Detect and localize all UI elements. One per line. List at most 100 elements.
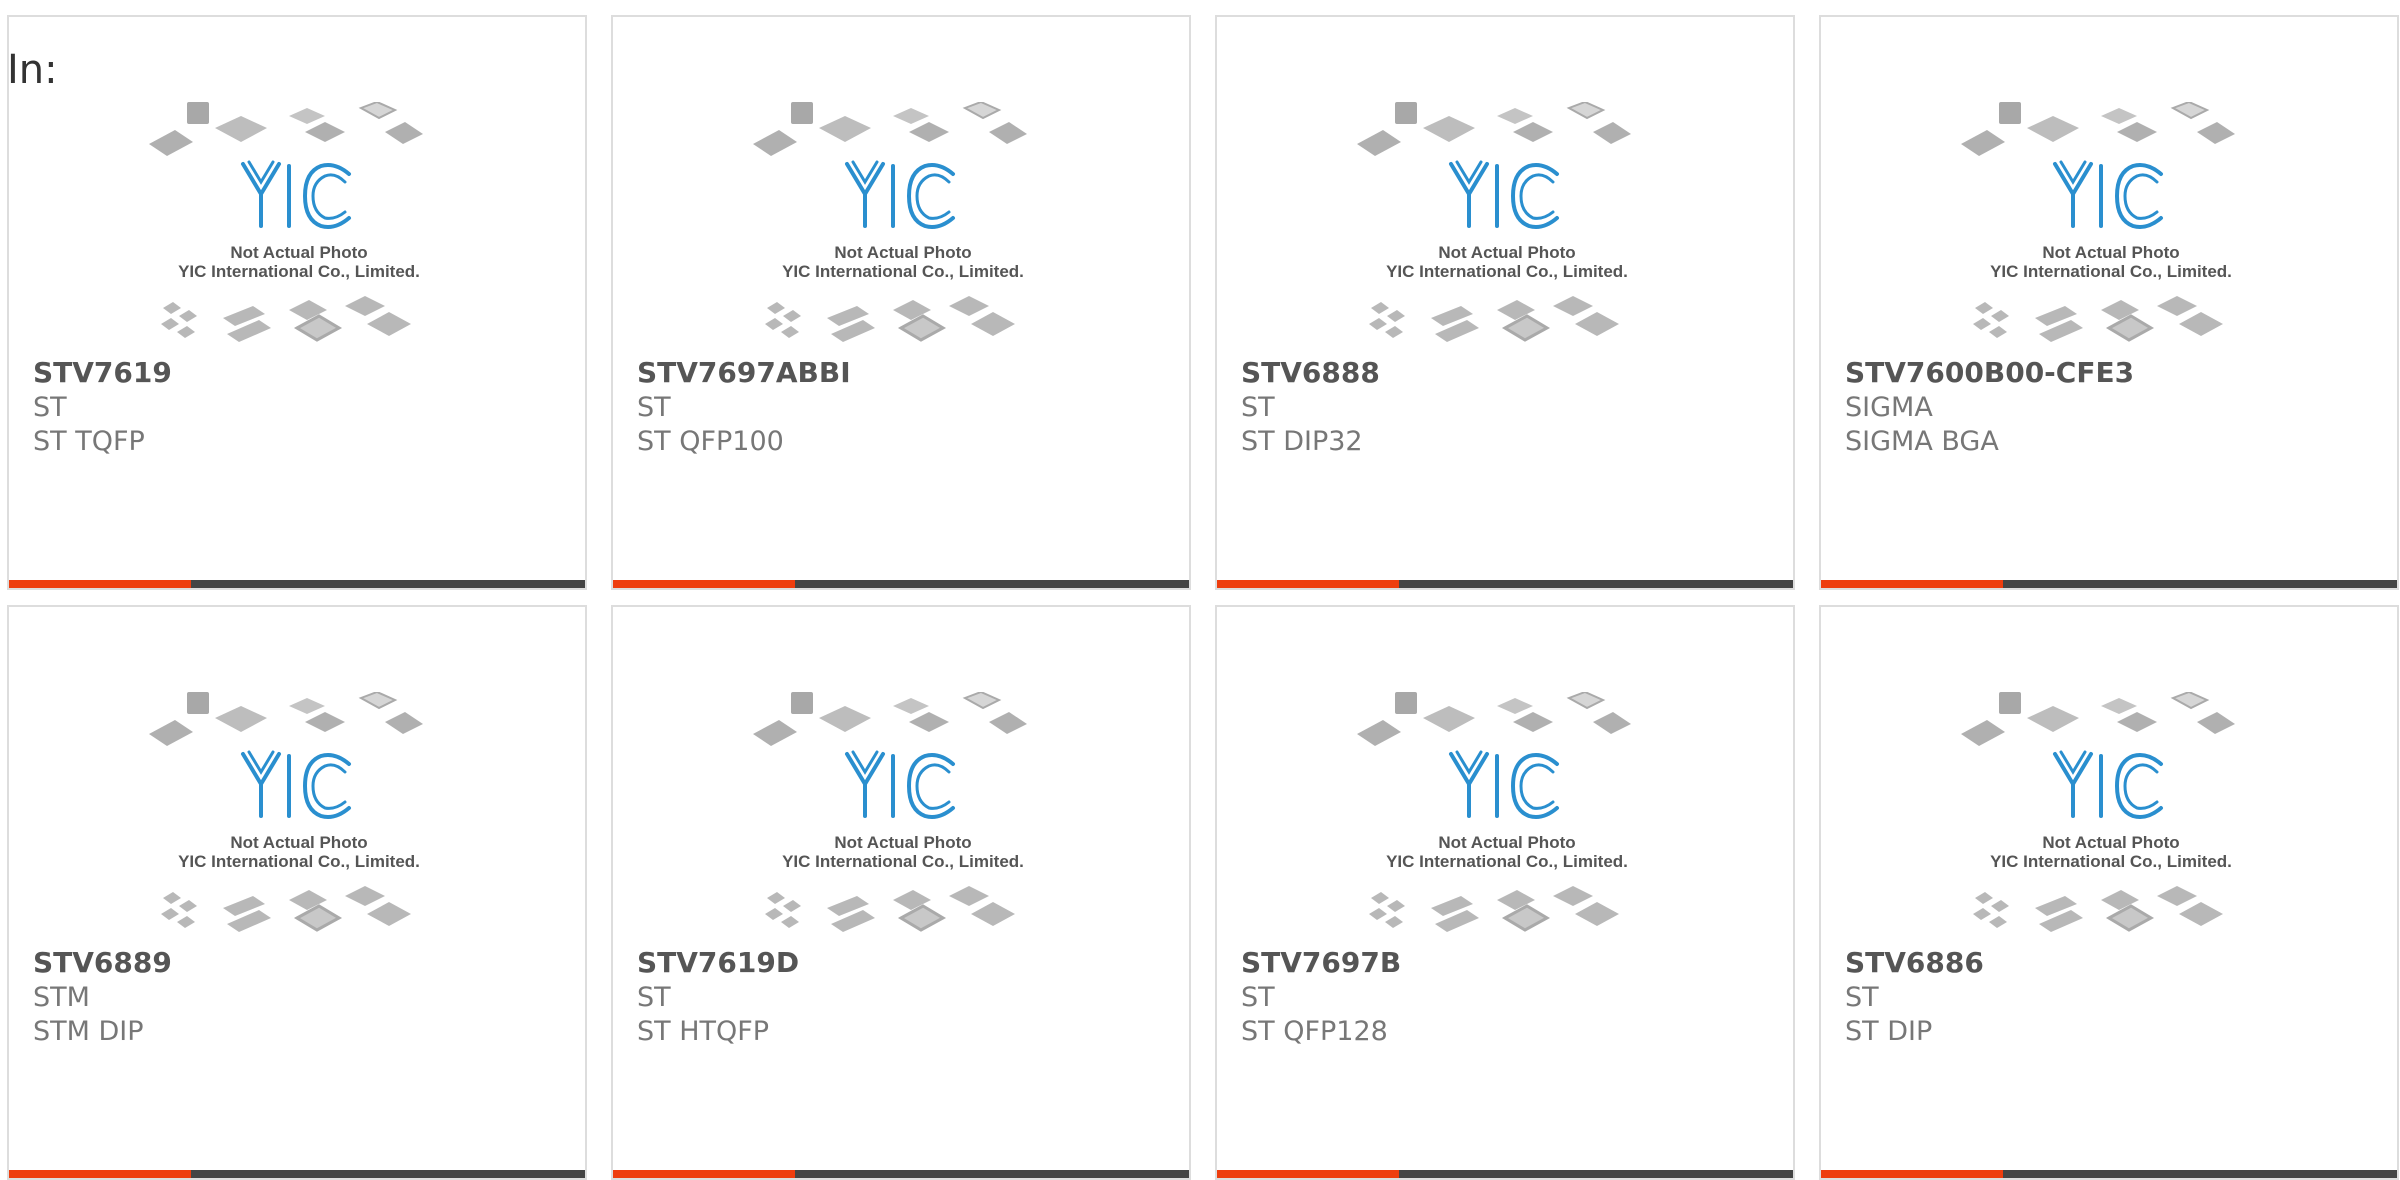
- chip-icons-top: [1357, 102, 1631, 156]
- part-number[interactable]: STV6886: [1845, 945, 2375, 981]
- chip-icons-bottom: [1973, 296, 2223, 342]
- package-info: ST QFP100: [637, 426, 784, 457]
- chip-icons-bottom: [1973, 886, 2223, 932]
- product-card[interactable]: Not Actual Photo YIC International Co., …: [7, 15, 587, 590]
- chip-icons-bottom: [765, 886, 1015, 932]
- card-accent-bar: [1217, 580, 1399, 588]
- manufacturer: ST: [33, 392, 67, 423]
- card-bottom-bar: [1821, 580, 2397, 588]
- product-thumbnail[interactable]: Not Actual Photo YIC International Co., …: [149, 692, 449, 950]
- card-bottom-bar: [1821, 1170, 2397, 1178]
- chip-icons-bottom: [161, 886, 411, 932]
- manufacturer: ST: [1241, 982, 1275, 1013]
- card-accent-bar: [9, 580, 191, 588]
- placeholder-image: Not Actual Photo YIC International Co., …: [1961, 102, 2235, 342]
- company-name-text: YIC International Co., Limited.: [1386, 852, 1628, 871]
- package-info: ST DIP32: [1241, 426, 1363, 457]
- not-actual-photo-text: Not Actual Photo: [2042, 833, 2179, 852]
- chip-icons-top: [1961, 102, 2235, 156]
- company-name-text: YIC International Co., Limited.: [178, 852, 420, 871]
- part-number[interactable]: STV6888: [1241, 355, 1771, 391]
- company-name-text: YIC International Co., Limited.: [1990, 852, 2232, 871]
- product-card[interactable]: Not Actual Photo YIC International Co., …: [1215, 15, 1795, 590]
- card-accent-bar: [1821, 1170, 2003, 1178]
- placeholder-image: Not Actual Photo YIC International Co., …: [149, 102, 423, 342]
- chip-icons-bottom: [1369, 296, 1619, 342]
- chip-icons-top: [149, 102, 423, 156]
- chip-icons-bottom: [1369, 886, 1619, 932]
- package-info: ST QFP128: [1241, 1016, 1388, 1047]
- card-bottom-bar: [1217, 580, 1793, 588]
- part-number[interactable]: STV7697B: [1241, 945, 1771, 981]
- part-number[interactable]: STV7600B00-CFE3: [1845, 355, 2375, 391]
- yic-logo-icon: [241, 750, 351, 819]
- chip-icons-top: [753, 692, 1027, 746]
- manufacturer: SIGMA: [1845, 392, 1933, 423]
- product-thumbnail[interactable]: Not Actual Photo YIC International Co., …: [753, 102, 1053, 360]
- not-actual-photo-text: Not Actual Photo: [1438, 833, 1575, 852]
- part-number[interactable]: STV7697ABBI: [637, 355, 1167, 391]
- placeholder-image: Not Actual Photo YIC International Co., …: [1357, 102, 1631, 342]
- manufacturer: ST: [1241, 392, 1275, 423]
- card-bottom-bar: [613, 1170, 1189, 1178]
- yic-logo-icon: [845, 750, 955, 819]
- product-grid: Not Actual Photo YIC International Co., …: [0, 0, 2400, 1180]
- yic-logo-icon: [1449, 160, 1559, 229]
- not-actual-photo-text: Not Actual Photo: [230, 833, 367, 852]
- not-actual-photo-text: Not Actual Photo: [2042, 243, 2179, 262]
- product-thumbnail[interactable]: Not Actual Photo YIC International Co., …: [149, 102, 449, 360]
- not-actual-photo-text: Not Actual Photo: [834, 833, 971, 852]
- chip-icons-top: [149, 692, 423, 746]
- company-name-text: YIC International Co., Limited.: [178, 262, 420, 281]
- manufacturer: ST: [637, 392, 671, 423]
- package-info: SIGMA BGA: [1845, 426, 1999, 457]
- company-name-text: YIC International Co., Limited.: [1386, 262, 1628, 281]
- package-info: ST DIP: [1845, 1016, 1933, 1047]
- card-bottom-bar: [613, 580, 1189, 588]
- product-card[interactable]: Not Actual Photo YIC International Co., …: [1215, 605, 1795, 1180]
- product-card[interactable]: Not Actual Photo YIC International Co., …: [1819, 605, 2399, 1180]
- product-card[interactable]: Not Actual Photo YIC International Co., …: [611, 605, 1191, 1180]
- company-name-text: YIC International Co., Limited.: [1990, 262, 2232, 281]
- chip-icons-top: [1357, 692, 1631, 746]
- product-thumbnail[interactable]: Not Actual Photo YIC International Co., …: [1961, 102, 2261, 360]
- product-thumbnail[interactable]: Not Actual Photo YIC International Co., …: [1357, 692, 1657, 950]
- card-accent-bar: [1217, 1170, 1399, 1178]
- card-bottom-bar: [1217, 1170, 1793, 1178]
- package-info: STM DIP: [33, 1016, 144, 1047]
- company-name-text: YIC International Co., Limited.: [782, 262, 1024, 281]
- not-actual-photo-text: Not Actual Photo: [834, 243, 971, 262]
- chip-icons-top: [1961, 692, 2235, 746]
- placeholder-image: Not Actual Photo YIC International Co., …: [1961, 692, 2235, 932]
- yic-logo-icon: [2053, 750, 2163, 819]
- placeholder-image: Not Actual Photo YIC International Co., …: [753, 102, 1027, 342]
- manufacturer: ST: [637, 982, 671, 1013]
- not-actual-photo-text: Not Actual Photo: [230, 243, 367, 262]
- placeholder-image: Not Actual Photo YIC International Co., …: [753, 692, 1027, 932]
- chip-icons-top: [753, 102, 1027, 156]
- product-card[interactable]: Not Actual Photo YIC International Co., …: [7, 605, 587, 1180]
- yic-logo-icon: [241, 160, 351, 229]
- chip-icons-bottom: [161, 296, 411, 342]
- product-thumbnail[interactable]: Not Actual Photo YIC International Co., …: [1961, 692, 2261, 950]
- product-card[interactable]: Not Actual Photo YIC International Co., …: [611, 15, 1191, 590]
- product-thumbnail[interactable]: Not Actual Photo YIC International Co., …: [1357, 102, 1657, 360]
- card-accent-bar: [613, 1170, 795, 1178]
- not-actual-photo-text: Not Actual Photo: [1438, 243, 1575, 262]
- yic-logo-icon: [845, 160, 955, 229]
- company-name-text: YIC International Co., Limited.: [782, 852, 1024, 871]
- part-number[interactable]: STV6889: [33, 945, 563, 981]
- product-card[interactable]: Not Actual Photo YIC International Co., …: [1819, 15, 2399, 590]
- yic-logo-icon: [1449, 750, 1559, 819]
- card-accent-bar: [613, 580, 795, 588]
- part-number[interactable]: STV7619: [33, 355, 563, 391]
- placeholder-image: Not Actual Photo YIC International Co., …: [1357, 692, 1631, 932]
- part-number[interactable]: STV7619D: [637, 945, 1167, 981]
- chip-icons-bottom: [765, 296, 1015, 342]
- card-bottom-bar: [9, 1170, 585, 1178]
- product-thumbnail[interactable]: Not Actual Photo YIC International Co., …: [753, 692, 1053, 950]
- package-info: ST TQFP: [33, 426, 145, 457]
- manufacturer: ST: [1845, 982, 1879, 1013]
- manufacturer: STM: [33, 982, 90, 1013]
- card-accent-bar: [9, 1170, 191, 1178]
